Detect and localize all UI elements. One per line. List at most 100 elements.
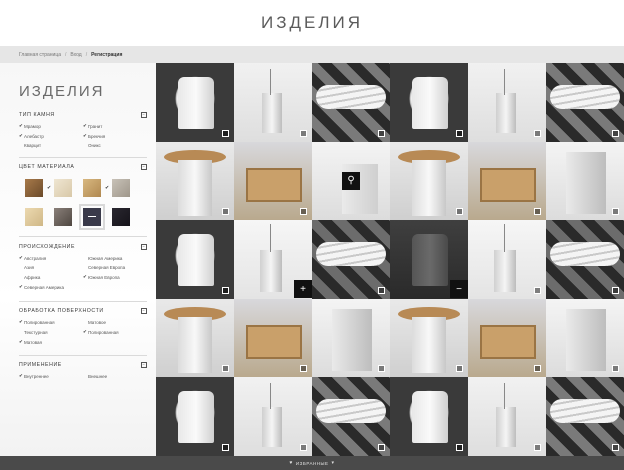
product-tile-marble-jar-dark[interactable]: − <box>390 220 468 299</box>
product-tile-wave-sculpture[interactable] <box>546 377 624 456</box>
product-tile-vase[interactable] <box>234 63 312 142</box>
filter-option-south-europe[interactable]: ✔ Южная Европа <box>83 274 147 280</box>
select-checkbox[interactable] <box>612 286 619 294</box>
filter-option-south-america[interactable]: Южная Америка <box>83 255 147 261</box>
product-tile-marble-jar[interactable] <box>156 220 234 299</box>
filter-option-north-europe[interactable]: Северная Европа <box>83 265 147 270</box>
color-swatch[interactable]: ✔ <box>47 179 72 197</box>
color-swatch[interactable] <box>112 208 130 226</box>
select-checkbox[interactable] <box>378 286 385 294</box>
product-tile-marble-jar[interactable] <box>156 63 234 142</box>
select-checkbox[interactable] <box>612 365 619 373</box>
select-checkbox[interactable] <box>222 365 229 373</box>
filter-option-breccia[interactable]: ✔ Брекчия <box>83 133 147 139</box>
select-checkbox[interactable] <box>222 208 229 216</box>
select-checkbox[interactable] <box>456 129 463 137</box>
color-swatch-selected[interactable] <box>79 204 105 230</box>
filter-option-polished[interactable]: ✔ Полированная <box>19 319 83 325</box>
option-label: Полированная <box>88 329 119 335</box>
favorites-bar[interactable]: ♥ ИЗБРАННЫЕ ▾ <box>0 456 624 470</box>
product-tile-side-table[interactable] <box>390 298 468 378</box>
filter-heading: ПРИМЕНЕНИЕ <box>19 362 62 368</box>
minus-icon[interactable]: − <box>450 280 468 299</box>
select-checkbox[interactable] <box>534 365 541 373</box>
select-checkbox[interactable] <box>534 286 541 294</box>
collapse-toggle-icon[interactable]: − <box>141 362 147 368</box>
product-tile-tray[interactable] <box>234 298 312 378</box>
color-swatch[interactable] <box>25 179 43 197</box>
color-swatch[interactable] <box>54 208 72 226</box>
product-tile-tray[interactable] <box>468 298 546 378</box>
product-tile-wave-sculpture[interactable] <box>312 220 390 299</box>
select-checkbox[interactable] <box>612 208 619 216</box>
filter-option-matte-2[interactable]: ✔ Матовая <box>19 339 83 345</box>
select-checkbox[interactable] <box>300 443 307 451</box>
select-checkbox[interactable] <box>222 443 229 451</box>
color-swatch[interactable] <box>25 208 43 226</box>
collapse-toggle-icon[interactable]: − <box>141 244 147 250</box>
select-checkbox[interactable] <box>300 129 307 137</box>
select-checkbox[interactable] <box>378 365 385 373</box>
select-checkbox[interactable] <box>612 443 619 451</box>
product-tile-vase[interactable]: + <box>234 220 312 299</box>
filter-option-exterior[interactable]: Внешнее <box>83 373 147 379</box>
product-tile-marble-jar[interactable] <box>390 377 468 456</box>
product-tile-wave-sculpture[interactable] <box>546 220 624 299</box>
product-tile-fragment[interactable] <box>546 298 624 378</box>
select-checkbox[interactable] <box>222 286 229 294</box>
filter-option-asia[interactable]: Азия <box>19 265 83 270</box>
product-tile-tray[interactable] <box>468 141 546 221</box>
collapse-toggle-icon[interactable]: − <box>141 112 147 118</box>
product-tile-marble-jar[interactable] <box>156 377 234 456</box>
product-tile-vase[interactable] <box>468 63 546 142</box>
select-checkbox[interactable] <box>378 443 385 451</box>
filter-option-africa[interactable]: Африка <box>19 274 83 280</box>
collapse-toggle-icon[interactable]: − <box>141 164 147 170</box>
select-checkbox[interactable] <box>378 129 385 137</box>
filter-option-quartzite[interactable]: Кварцит <box>19 143 83 148</box>
product-tile-marble-jar[interactable] <box>390 63 468 142</box>
filter-option-north-america[interactable]: ✔ Северная Америка <box>19 284 83 290</box>
breadcrumb-separator: / <box>85 51 88 58</box>
select-checkbox[interactable] <box>300 365 307 373</box>
product-tile-side-table[interactable] <box>390 141 468 221</box>
select-checkbox[interactable] <box>534 208 541 216</box>
select-checkbox[interactable] <box>456 443 463 451</box>
plus-icon[interactable]: + <box>294 280 312 299</box>
product-tile-wave-sculpture[interactable] <box>312 63 390 142</box>
select-checkbox[interactable] <box>612 129 619 137</box>
filter-option-onyx[interactable]: Оникс <box>83 143 147 148</box>
filter-option-interior[interactable]: ✔ Внутреннее <box>19 373 83 379</box>
product-tile-side-table[interactable] <box>156 141 234 221</box>
select-checkbox[interactable] <box>222 129 229 137</box>
product-tile-fragment[interactable]: ⚲ <box>312 141 390 221</box>
filter-option-granite[interactable]: ✔ Гранит <box>83 123 147 129</box>
filter-option-polished-2[interactable]: ✔ Полированная <box>83 329 147 335</box>
select-checkbox[interactable] <box>534 443 541 451</box>
product-tile-fragment[interactable] <box>546 141 624 221</box>
filter-option-marble[interactable]: ✔ Мрамор <box>19 123 83 129</box>
search-icon[interactable]: ⚲ <box>342 171 360 190</box>
color-swatch[interactable] <box>83 179 101 197</box>
color-swatch[interactable]: ✔ <box>105 179 130 197</box>
product-tile-vase[interactable] <box>234 377 312 456</box>
filter-option-australia[interactable]: ✔ Австралия <box>19 255 83 261</box>
filter-option-matte[interactable]: Матовое <box>83 319 147 325</box>
select-checkbox[interactable] <box>534 129 541 137</box>
filter-option-textured[interactable]: Текстурная <box>19 329 83 335</box>
product-tile-fragment[interactable] <box>312 298 390 378</box>
product-tile-wave-sculpture[interactable] <box>546 63 624 142</box>
product-tile-side-table[interactable] <box>156 298 234 378</box>
product-tile-vase[interactable] <box>468 377 546 456</box>
product-tile-tray[interactable] <box>234 141 312 221</box>
breadcrumb-home[interactable]: Главная страница <box>19 52 61 58</box>
select-checkbox[interactable] <box>456 208 463 216</box>
filter-option-alabaster[interactable]: ✔ Алебастр <box>19 133 83 139</box>
divider <box>19 157 147 158</box>
collapse-toggle-icon[interactable]: − <box>141 308 147 314</box>
breadcrumb-login[interactable]: Вход <box>70 52 81 58</box>
product-tile-vase[interactable] <box>468 220 546 299</box>
select-checkbox[interactable] <box>300 208 307 216</box>
product-tile-wave-sculpture[interactable] <box>312 377 390 456</box>
select-checkbox[interactable] <box>456 365 463 373</box>
